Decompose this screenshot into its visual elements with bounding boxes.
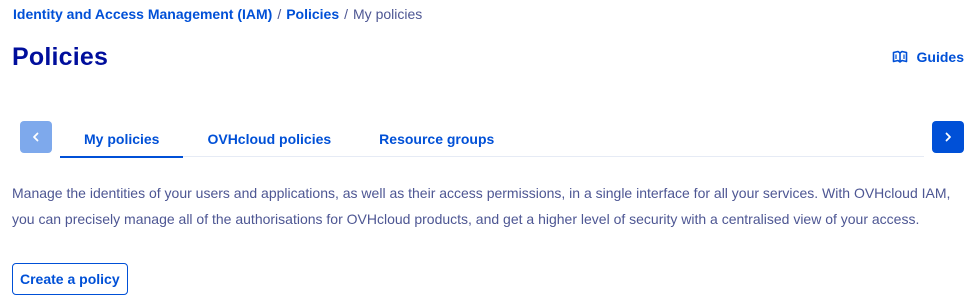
tab-resource-groups[interactable]: Resource groups (355, 121, 518, 157)
tabs-next-button[interactable] (932, 121, 964, 153)
breadcrumb-separator: / (344, 6, 349, 22)
chevron-left-icon (31, 132, 41, 142)
guides-label: Guides (916, 49, 964, 65)
tabs-list: My policies OVHcloud policies Resource g… (60, 121, 924, 158)
create-policy-button[interactable]: Create a policy (12, 263, 128, 295)
tab-ovhcloud-policies[interactable]: OVHcloud policies (183, 121, 355, 157)
chevron-right-icon (943, 132, 953, 142)
book-icon (892, 50, 908, 64)
tabs-bar: My policies OVHcloud policies Resource g… (20, 121, 964, 158)
breadcrumb: Identity and Access Management (IAM) / P… (13, 5, 422, 23)
breadcrumb-link-policies[interactable]: Policies (286, 6, 339, 22)
breadcrumb-current: My policies (353, 6, 423, 22)
tab-my-policies[interactable]: My policies (60, 121, 184, 158)
tabs-prev-button[interactable] (20, 121, 52, 153)
page-description: Manage the identities of your users and … (12, 185, 951, 227)
breadcrumb-link-iam[interactable]: Identity and Access Management (IAM) (13, 6, 272, 22)
guides-link[interactable]: Guides (892, 49, 964, 65)
page-title: Policies (12, 43, 109, 71)
breadcrumb-separator: / (277, 6, 282, 22)
